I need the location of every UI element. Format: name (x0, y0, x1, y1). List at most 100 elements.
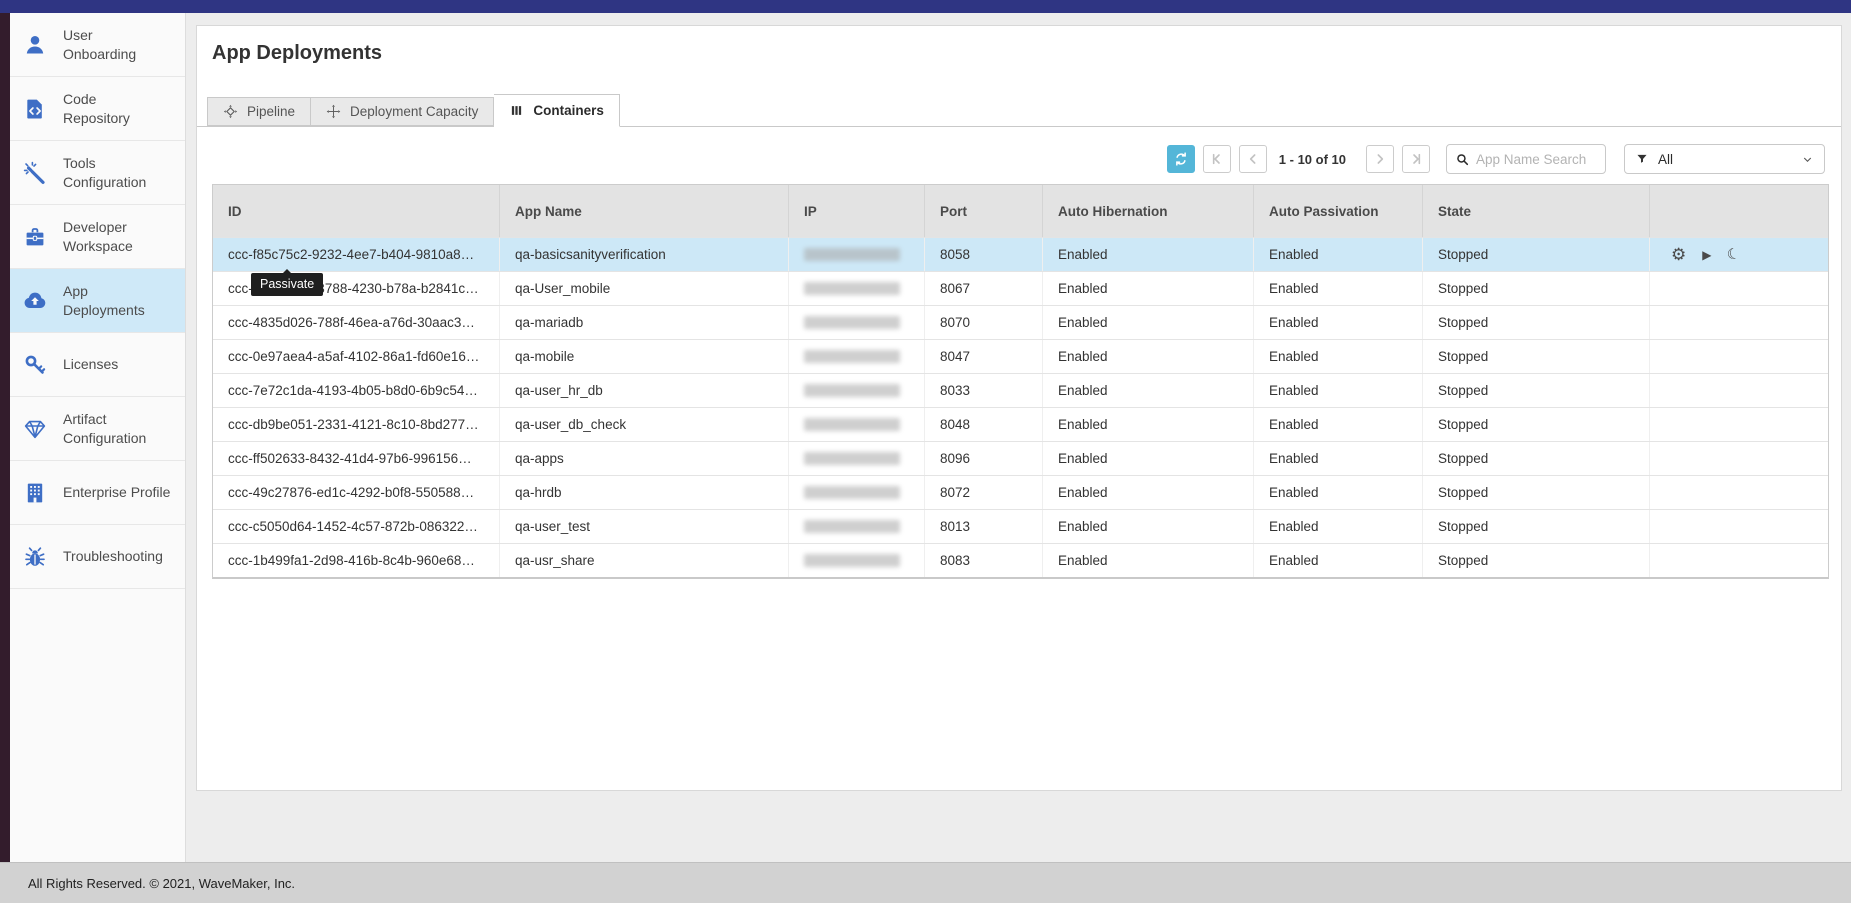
cell-actions (1649, 408, 1828, 441)
redacted-ip (804, 520, 900, 533)
cell-state: Stopped (1422, 238, 1649, 271)
cell-actions (1649, 340, 1828, 373)
tab-pipeline[interactable]: Pipeline (207, 97, 311, 126)
cell-port: 8070 (924, 306, 1042, 339)
redacted-ip (804, 554, 900, 567)
passivate-moon-icon[interactable]: ☾ (1726, 246, 1743, 264)
first-page-button[interactable] (1203, 145, 1231, 173)
sidebar-item-tools-configuration[interactable]: Tools Configuration (10, 141, 185, 205)
cell-state: Stopped (1422, 272, 1649, 305)
cell-state: Stopped (1422, 306, 1649, 339)
sidebar-item-app-deployments[interactable]: App Deployments (10, 269, 185, 333)
next-page-button[interactable] (1366, 145, 1394, 173)
cell-id: ccc-ff502633-8432-41d4-97b6-996156… (213, 442, 499, 475)
table-row[interactable]: ccc-49c27876-ed1c-4292-b0f8-550588…qa-hr… (213, 475, 1828, 509)
cell-app-name: qa-apps (499, 442, 788, 475)
table-row[interactable]: ccc-1b499fa1-2d98-416b-8c4b-960e68…qa-us… (213, 543, 1828, 577)
column-header-actions (1649, 185, 1828, 237)
cell-actions: ⚙▶☾Passivate (1649, 238, 1828, 271)
page-title: App Deployments (212, 42, 382, 65)
cell-ip (788, 272, 924, 305)
sidebar-item-user-onboarding[interactable]: User Onboarding (10, 13, 185, 77)
chevron-left-icon (1245, 151, 1261, 167)
cell-auto-passivation: Enabled (1253, 238, 1422, 271)
toolbar: 1 - 10 of 10 All (197, 144, 1825, 174)
table-row[interactable]: ccc-f85c75c2-9232-4ee7-b404-9810a8…qa-ba… (213, 237, 1828, 271)
table-row[interactable]: ccc-ff502633-8432-41d4-97b6-996156…qa-ap… (213, 441, 1828, 475)
chevron-right-icon (1372, 151, 1388, 167)
table-row[interactable]: ccc-db9be051-2331-4121-8c10-8bd277…qa-us… (213, 407, 1828, 441)
cell-ip (788, 238, 924, 271)
table-row[interactable]: ccc-7e72c1da-4193-4b05-b8d0-6b9c54…qa-us… (213, 373, 1828, 407)
bars-icon (509, 103, 524, 118)
cell-ip (788, 510, 924, 543)
cell-auto-passivation: Enabled (1253, 544, 1422, 577)
sidebar-item-label: Enterprise Profile (63, 483, 170, 502)
bug-icon (23, 545, 47, 569)
sidebar-item-label: User Onboarding (63, 26, 136, 64)
cell-ip (788, 340, 924, 373)
cell-auto-hibernation: Enabled (1042, 510, 1253, 543)
redacted-ip (804, 282, 900, 295)
redacted-ip (804, 486, 900, 499)
play-icon[interactable]: ▶ (1702, 249, 1711, 261)
sidebar-item-code-repository[interactable]: Code Repository (10, 77, 185, 141)
tab-containers[interactable]: Containers (494, 94, 620, 127)
table-row[interactable]: ccc-385aa5ab-3788-4230-b78a-b2841c…qa-Us… (213, 271, 1828, 305)
left-accent-strip (0, 13, 10, 862)
briefcase-icon (23, 225, 47, 249)
redacted-ip (804, 384, 900, 397)
settings-icon[interactable]: ⚙ (1671, 246, 1686, 263)
sidebar: User Onboarding Code Repository Tools Conf… (10, 13, 186, 862)
cell-auto-hibernation: Enabled (1042, 272, 1253, 305)
key-icon (23, 353, 47, 377)
tab-deployment-capacity[interactable]: Deployment Capacity (311, 97, 494, 126)
table-header-row: IDApp NameIPPortAuto HibernationAuto Pas… (213, 185, 1828, 237)
cell-id: ccc-f85c75c2-9232-4ee7-b404-9810a8… (213, 238, 499, 271)
cell-auto-hibernation: Enabled (1042, 442, 1253, 475)
sidebar-item-developer-workspace[interactable]: Developer Workspace (10, 205, 185, 269)
sidebar-item-label: Tools Configuration (63, 154, 146, 192)
sidebar-item-label: Licenses (63, 355, 118, 374)
cell-ip (788, 442, 924, 475)
filter-value: All (1658, 152, 1792, 167)
cell-actions (1649, 442, 1828, 475)
cell-state: Stopped (1422, 476, 1649, 509)
cell-id: ccc-1b499fa1-2d98-416b-8c4b-960e68… (213, 544, 499, 577)
column-header-ip: IP (788, 185, 924, 237)
sidebar-item-artifact-configuration[interactable]: Artifact Configuration (10, 397, 185, 461)
cell-auto-hibernation: Enabled (1042, 238, 1253, 271)
cell-id: ccc-7e72c1da-4193-4b05-b8d0-6b9c54… (213, 374, 499, 407)
last-page-button[interactable] (1402, 145, 1430, 173)
redacted-ip (804, 248, 900, 261)
cell-state: Stopped (1422, 510, 1649, 543)
cell-auto-hibernation: Enabled (1042, 340, 1253, 373)
refresh-button[interactable] (1167, 145, 1195, 173)
sidebar-item-label: Troubleshooting (63, 547, 163, 566)
chevron-down-icon (1801, 153, 1814, 166)
sidebar-item-enterprise-profile[interactable]: Enterprise Profile (10, 461, 185, 525)
sidebar-item-troubleshooting[interactable]: Troubleshooting (10, 525, 185, 589)
table-row[interactable]: ccc-c5050d64-1452-4c57-872b-086322…qa-us… (213, 509, 1828, 543)
table-row[interactable]: ccc-0e97aea4-a5af-4102-86a1-fd60e16…qa-m… (213, 339, 1828, 373)
containers-table: IDApp NameIPPortAuto HibernationAuto Pas… (212, 184, 1829, 579)
cell-state: Stopped (1422, 340, 1649, 373)
cell-auto-passivation: Enabled (1253, 510, 1422, 543)
redacted-ip (804, 316, 900, 329)
search-icon (1455, 152, 1470, 167)
first-page-icon (1209, 151, 1225, 167)
last-page-icon (1408, 151, 1424, 167)
sidebar-item-licenses[interactable]: Licenses (10, 333, 185, 397)
previous-page-button[interactable] (1239, 145, 1267, 173)
cell-auto-passivation: Enabled (1253, 442, 1422, 475)
cell-ip (788, 374, 924, 407)
filter-dropdown[interactable]: All (1624, 144, 1825, 174)
building-icon (23, 481, 47, 505)
cell-id: ccc-0e97aea4-a5af-4102-86a1-fd60e16… (213, 340, 499, 373)
move-arrows-icon (326, 104, 341, 119)
cell-state: Stopped (1422, 442, 1649, 475)
tab-label: Deployment Capacity (350, 104, 478, 119)
app-name-search-input[interactable] (1476, 152, 1597, 167)
tab-label: Containers (533, 103, 604, 118)
table-row[interactable]: ccc-4835d026-788f-46ea-a76d-30aac3…qa-ma… (213, 305, 1828, 339)
